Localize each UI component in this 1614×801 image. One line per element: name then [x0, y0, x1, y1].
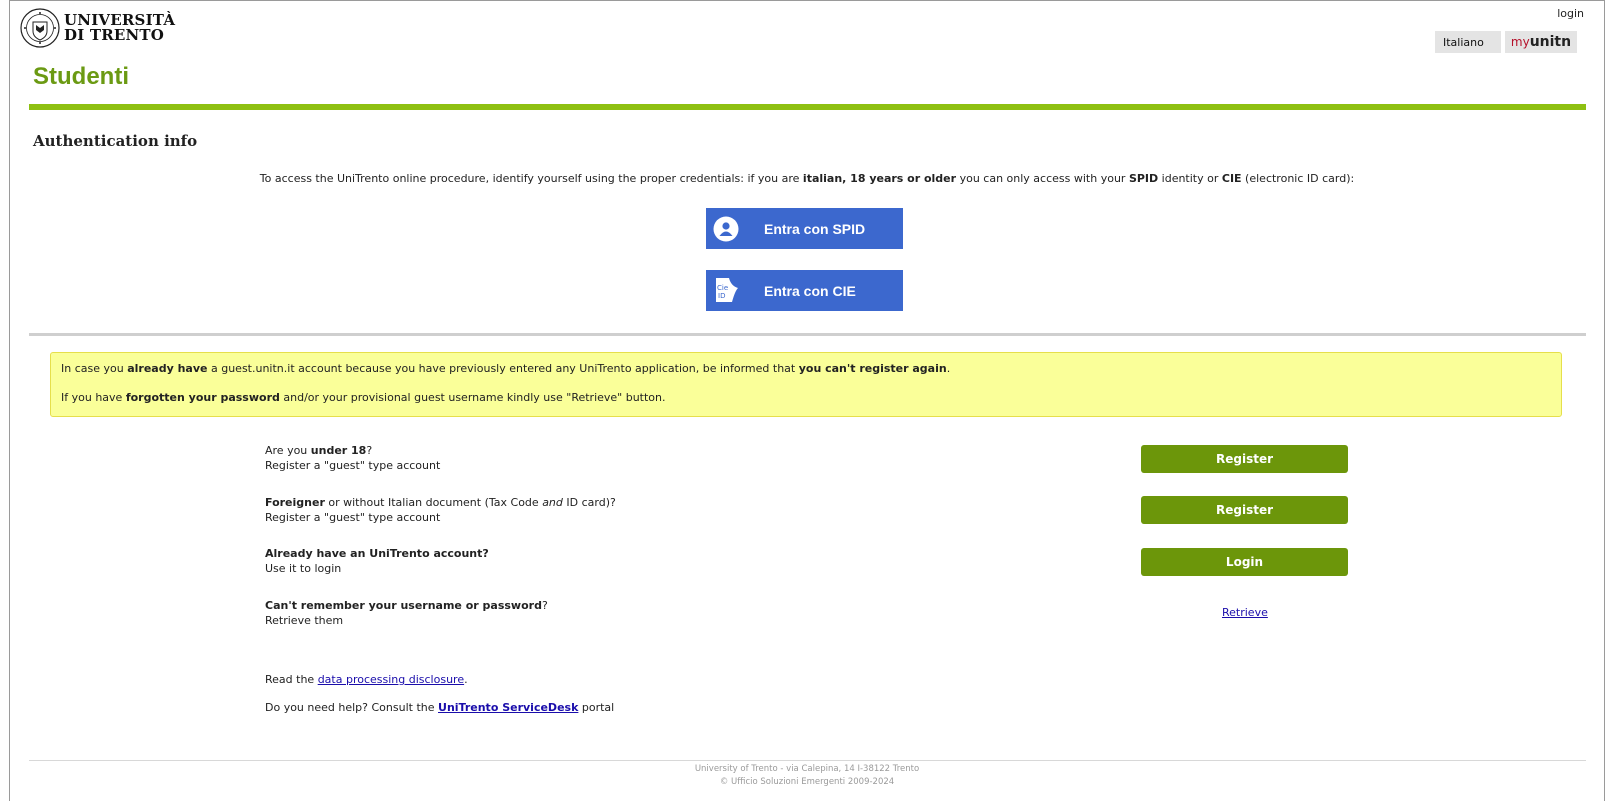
cie-login-button[interactable]: Cie ID Entra con CIE [706, 270, 903, 311]
header-login-link[interactable]: login [1557, 7, 1584, 20]
notice-1-mid: a guest.unitn.it account because you hav… [207, 362, 799, 375]
forgot-question: Can't remember your username or password… [265, 598, 548, 613]
intro-pre: To access the UniTrento online procedure… [259, 172, 803, 185]
logo-line-2: DI TRENTO [64, 26, 165, 44]
auth-intro-text: To access the UniTrento online procedure… [0, 172, 1614, 185]
privacy-pre: Read the [265, 673, 318, 686]
university-logo[interactable]: UNIVERSITÀ DI TRENTO [20, 8, 175, 48]
foreigner-q-em: and [542, 496, 563, 509]
footer-divider [29, 760, 1586, 761]
forgot-option-text: Can't remember your username or password… [265, 598, 548, 628]
footer: University of Trento - via Calepina, 14 … [0, 763, 1614, 789]
under18-q-bold: under 18 [310, 444, 367, 457]
login-button[interactable]: Login [1141, 548, 1348, 576]
foreigner-q-post: ID card)? [562, 496, 616, 509]
foreigner-q-pre: or without Italian document (Tax Code [324, 496, 543, 509]
intro-bold-spid: SPID [1128, 172, 1159, 185]
notice-2-pre: If you have [61, 391, 126, 404]
cie-icon-text-1: Cie [717, 284, 728, 292]
account-question: Already have an UniTrento account? [265, 546, 489, 561]
footer-copyright: © Ufficio Soluzioni Emergenti 2009-2024 [719, 777, 895, 787]
foreigner-question: Foreigner or without Italian document (T… [265, 495, 616, 510]
page-title: Studenti [33, 63, 129, 90]
cie-icon-text-2: ID [718, 292, 725, 300]
notice-1-post: . [946, 362, 951, 375]
register-under18-button[interactable]: Register [1141, 445, 1348, 473]
intro-mid: you can only access with your [956, 172, 1129, 185]
university-seal-icon [20, 8, 60, 48]
servicedesk-link[interactable]: UniTrento ServiceDesk [438, 701, 578, 714]
under18-q-post: ? [366, 444, 373, 457]
account-option-text: Already have an UniTrento account? Use i… [265, 546, 489, 576]
footer-address: University of Trento - via Calepina, 14 … [694, 764, 920, 774]
foreigner-q-bold: Foreigner [265, 496, 325, 509]
forgot-sub: Retrieve them [265, 614, 344, 627]
privacy-post: . [464, 673, 468, 686]
header-divider [29, 104, 1586, 110]
foreigner-option-text: Foreigner or without Italian document (T… [265, 495, 616, 525]
section-divider [29, 333, 1586, 336]
under18-option-text: Are you under 18? Register a "guest" typ… [265, 443, 440, 473]
university-name: UNIVERSITÀ DI TRENTO [64, 13, 175, 43]
myunitn-unitn: unitn [1529, 34, 1572, 50]
notice-1-bold-1: already have [127, 362, 208, 375]
intro-bold-age: italian, 18 years or older [802, 172, 957, 185]
help-pre: Do you need help? Consult the [265, 701, 439, 714]
guest-account-notice: In case you already have a guest.unitn.i… [50, 352, 1562, 417]
cie-label: Entra con CIE [764, 282, 856, 299]
account-sub: Use it to login [265, 562, 342, 575]
privacy-line: Read the data processing disclosure. [265, 673, 468, 686]
cie-id-icon: Cie ID [716, 277, 738, 302]
notice-1-bold-2: you can't register again [798, 362, 947, 375]
myunitn-my: my [1510, 35, 1530, 49]
notice-1-pre: In case you [61, 362, 128, 375]
foreigner-sub: Register a "guest" type account [265, 511, 441, 524]
notice-2-bold: forgotten your password [125, 391, 280, 404]
section-title: Authentication info [33, 132, 198, 150]
intro-bold-cie: CIE [1221, 172, 1242, 185]
forgot-q-post: ? [541, 599, 548, 612]
intro-post: (electronic ID card): [1241, 172, 1355, 185]
notice-line-2: If you have forgotten your password and/… [61, 391, 1551, 405]
notice-line-1: In case you already have a guest.unitn.i… [61, 362, 1551, 376]
spid-user-icon [713, 216, 739, 241]
help-post: portal [578, 701, 615, 714]
account-q-bold: Already have an UniTrento account? [265, 547, 489, 560]
intro-mid2: identity or [1158, 172, 1222, 185]
retrieve-link[interactable]: Retrieve [1222, 606, 1268, 619]
help-line: Do you need help? Consult the UniTrento … [265, 701, 614, 714]
register-foreigner-button[interactable]: Register [1141, 496, 1348, 524]
spid-login-button[interactable]: Entra con SPID [706, 208, 903, 249]
under18-sub: Register a "guest" type account [265, 459, 441, 472]
under18-q-pre: Are you [265, 444, 311, 457]
forgot-q-bold: Can't remember your username or password [265, 599, 542, 612]
data-processing-disclosure-link[interactable]: data processing disclosure [318, 673, 464, 686]
spid-label: Entra con SPID [764, 220, 866, 237]
language-selector[interactable]: Italiano [1435, 31, 1501, 53]
myunitn-button[interactable]: myunitn [1505, 31, 1577, 53]
under18-question: Are you under 18? [265, 443, 440, 458]
notice-2-post: and/or your provisional guest username k… [279, 391, 666, 404]
